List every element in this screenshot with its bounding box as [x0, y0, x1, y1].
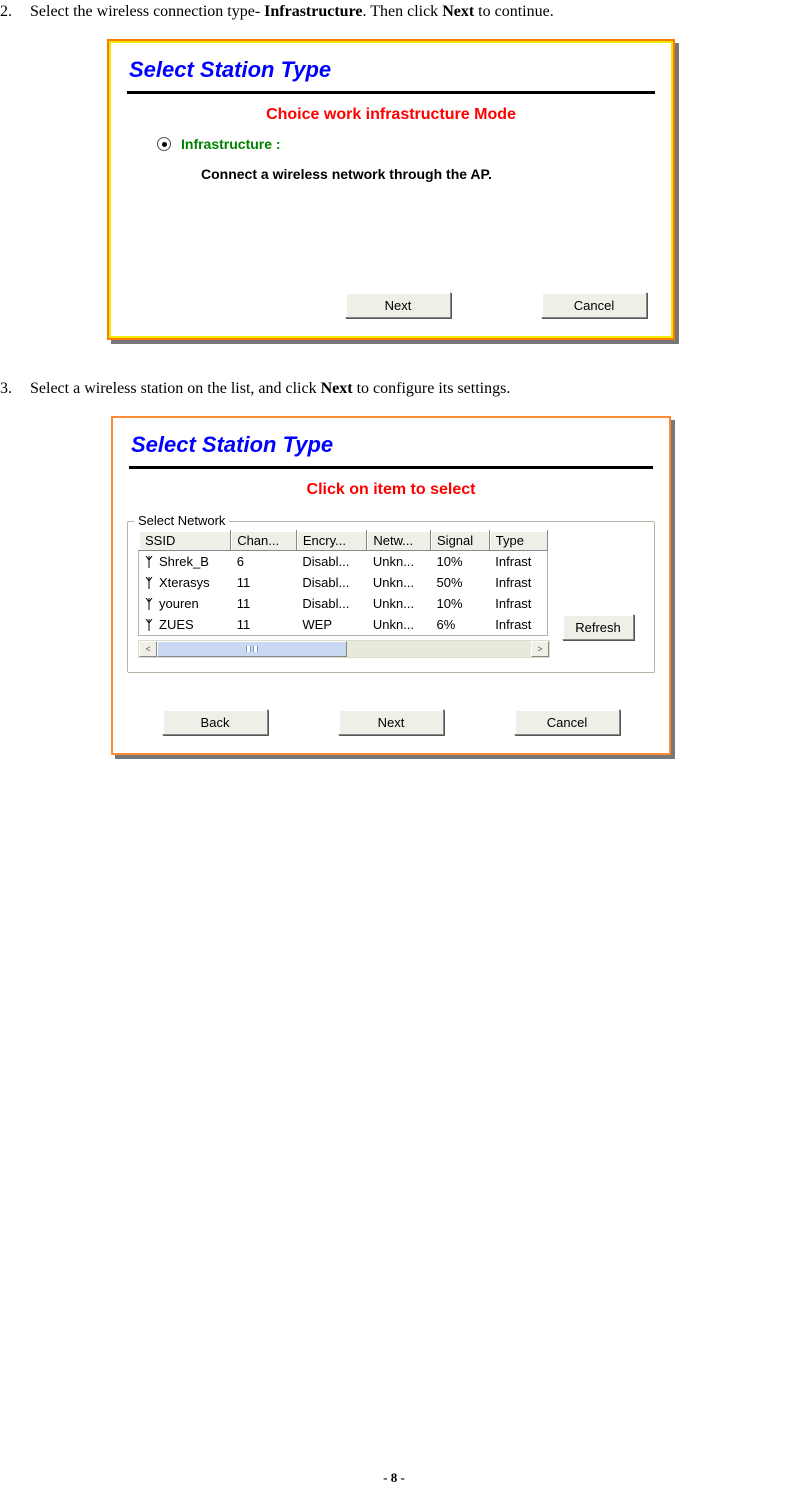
cancel-button[interactable]: Cancel — [541, 292, 647, 318]
screenshot-select-station-type-1: Select Station Type Choice work infrastr… — [107, 39, 675, 340]
cell-signal: 50% — [431, 572, 490, 593]
cell-netw: Unkn... — [367, 593, 431, 614]
cell-chan: 11 — [231, 572, 297, 593]
cell-encry: Disabl... — [296, 551, 367, 573]
scroll-left-button[interactable]: < — [139, 641, 157, 657]
back-button[interactable]: Back — [162, 709, 268, 735]
radio-label: Infrastructure : — [181, 136, 281, 152]
step-number: 2. — [0, 3, 26, 21]
scroll-thumb[interactable] — [157, 641, 347, 657]
cell-type: Infrast — [489, 572, 547, 593]
subtitle: Click on item to select — [113, 479, 669, 511]
network-list-table[interactable]: SSID Chan... Encry... Netw... Signal Typ… — [138, 530, 548, 636]
window-title: Select Station Type — [111, 43, 671, 87]
cell-encry: WEP — [296, 614, 367, 636]
table-row[interactable]: ZUES11WEPUnkn...6%Infrast — [139, 614, 548, 636]
table-header-row[interactable]: SSID Chan... Encry... Netw... Signal Typ… — [139, 531, 548, 551]
step-3-instruction: 3. Select a wireless station on the list… — [0, 380, 782, 398]
cell-type: Infrast — [489, 551, 547, 573]
step-number: 3. — [0, 380, 26, 398]
scroll-track[interactable] — [157, 641, 531, 657]
radio-description: Connect a wireless network through the A… — [111, 152, 671, 182]
radio-infrastructure[interactable]: Infrastructure : — [111, 136, 671, 152]
cancel-button[interactable]: Cancel — [514, 709, 620, 735]
antenna-icon — [145, 619, 153, 631]
screenshot-select-station-type-2: Select Station Type Click on item to sel… — [111, 416, 671, 755]
page-number: - 8 - — [0, 1470, 788, 1486]
select-network-group: Select Network SSID Chan... Encry... Net… — [127, 521, 655, 673]
divider — [129, 466, 653, 469]
col-netw[interactable]: Netw... — [367, 531, 431, 551]
radio-icon — [157, 137, 171, 151]
cell-netw: Unkn... — [367, 614, 431, 636]
table-row[interactable]: Shrek_B6Disabl...Unkn...10%Infrast — [139, 551, 548, 573]
col-signal[interactable]: Signal — [431, 531, 490, 551]
col-type[interactable]: Type — [489, 531, 547, 551]
cell-ssid: Shrek_B — [139, 551, 231, 573]
cell-encry: Disabl... — [296, 593, 367, 614]
cell-netw: Unkn... — [367, 551, 431, 573]
col-chan[interactable]: Chan... — [231, 531, 297, 551]
window-title: Select Station Type — [113, 418, 669, 462]
col-ssid[interactable]: SSID — [139, 531, 231, 551]
scroll-right-button[interactable]: > — [531, 641, 549, 657]
antenna-icon — [145, 598, 153, 610]
cell-chan: 6 — [231, 551, 297, 573]
antenna-icon — [145, 556, 153, 568]
cell-chan: 11 — [231, 614, 297, 636]
subtitle: Choice work infrastructure Mode — [111, 104, 671, 136]
cell-type: Infrast — [489, 614, 547, 636]
refresh-button[interactable]: Refresh — [562, 614, 634, 640]
next-button[interactable]: Next — [338, 709, 444, 735]
antenna-icon — [145, 577, 153, 589]
cell-type: Infrast — [489, 593, 547, 614]
step-2-instruction: 2. Select the wireless connection type- … — [0, 3, 782, 21]
cell-chan: 11 — [231, 593, 297, 614]
cell-signal: 10% — [431, 551, 490, 573]
cell-ssid: youren — [139, 593, 231, 614]
table-row[interactable]: Xterasys11Disabl...Unkn...50%Infrast — [139, 572, 548, 593]
horizontal-scrollbar[interactable]: < > — [138, 640, 550, 658]
cell-signal: 10% — [431, 593, 490, 614]
cell-netw: Unkn... — [367, 572, 431, 593]
cell-signal: 6% — [431, 614, 490, 636]
next-button[interactable]: Next — [345, 292, 451, 318]
divider — [127, 91, 655, 94]
table-row[interactable]: youren11Disabl...Unkn...10%Infrast — [139, 593, 548, 614]
col-encry[interactable]: Encry... — [296, 531, 367, 551]
cell-ssid: Xterasys — [139, 572, 231, 593]
group-legend: Select Network — [134, 513, 229, 528]
cell-encry: Disabl... — [296, 572, 367, 593]
cell-ssid: ZUES — [139, 614, 231, 636]
